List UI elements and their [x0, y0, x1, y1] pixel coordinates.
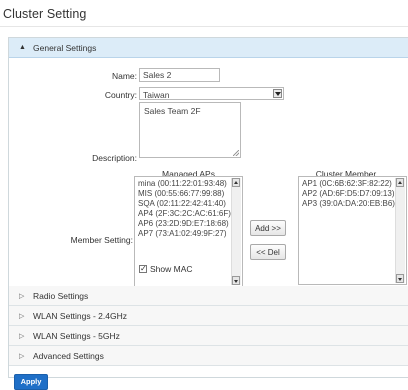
- expand-triangle-icon: ▷: [19, 292, 25, 300]
- cluster-member-scrollbar[interactable]: [395, 178, 405, 283]
- managed-aps-scrollbar[interactable]: [231, 178, 241, 285]
- description-label: Description:: [92, 153, 137, 163]
- country-label: Country:: [104, 90, 137, 100]
- section-label: Advanced Settings: [33, 350, 104, 361]
- section-wlan-5ghz[interactable]: ▷ WLAN Settings - 5GHz: [9, 326, 408, 346]
- section-general-label: General Settings: [33, 42, 97, 53]
- section-label: Radio Settings: [33, 290, 89, 301]
- name-input[interactable]: [139, 68, 220, 82]
- dropdown-arrow-icon[interactable]: [273, 89, 282, 98]
- cluster-member-list[interactable]: AP1 (0C:6B:62:3F:82:22) AP2 (AD:6F:D5:D7…: [298, 176, 407, 285]
- list-item[interactable]: AP1 (0C:6B:62:3F:82:22): [302, 179, 403, 189]
- scroll-up-icon[interactable]: [396, 178, 404, 187]
- country-select[interactable]: Taiwan: [139, 87, 284, 100]
- scroll-down-icon[interactable]: [232, 276, 240, 285]
- section-radio-settings[interactable]: ▷ Radio Settings: [9, 286, 408, 306]
- scroll-down-icon[interactable]: [396, 274, 404, 283]
- description-textarea[interactable]: Sales Team 2F: [139, 102, 241, 158]
- list-item[interactable]: MIS (00:55:66:77:99:88): [138, 189, 239, 199]
- collapse-triangle-icon: ▲: [19, 44, 26, 51]
- del-button[interactable]: << Del: [250, 244, 286, 260]
- section-label: WLAN Settings - 2.4GHz: [33, 310, 128, 321]
- section-label: WLAN Settings - 5GHz: [33, 330, 120, 341]
- list-item[interactable]: AP7 (73:A1:02:49:9F:27): [138, 229, 239, 239]
- title-divider: [0, 26, 408, 27]
- description-text: Sales Team 2F: [144, 106, 201, 116]
- member-setting-label: Member Setting:: [70, 235, 133, 245]
- settings-panel: ▲ General Settings Name: Country: Taiwan…: [8, 37, 408, 378]
- add-button[interactable]: Add >>: [250, 220, 286, 236]
- section-advanced-settings[interactable]: ▷ Advanced Settings: [9, 346, 408, 366]
- show-mac-row[interactable]: ✓ Show MAC: [139, 264, 193, 274]
- section-general-settings[interactable]: ▲ General Settings: [9, 38, 408, 58]
- scroll-up-icon[interactable]: [232, 178, 240, 187]
- list-item[interactable]: AP3 (39:0A:DA:20:EB:B6): [302, 199, 403, 209]
- expand-triangle-icon: ▷: [19, 352, 25, 360]
- expand-triangle-icon: ▷: [19, 312, 25, 320]
- resize-grip-icon[interactable]: [233, 150, 239, 156]
- list-item[interactable]: AP4 (2F:3C:2C:AC:61:6F): [138, 209, 239, 219]
- list-item[interactable]: mina (00:11:22:01:93:48): [138, 179, 239, 189]
- list-item[interactable]: SQA (02:11:22:42:41:40): [138, 199, 239, 209]
- list-item[interactable]: AP6 (23:2D:9D:E7:18:68): [138, 219, 239, 229]
- list-item[interactable]: AP2 (AD:6F:D5:D7:09:13): [302, 189, 403, 199]
- page-title: Cluster Setting: [3, 7, 87, 21]
- expand-triangle-icon: ▷: [19, 332, 25, 340]
- country-selected-value: Taiwan: [143, 90, 170, 100]
- apply-button[interactable]: Apply: [14, 374, 48, 390]
- name-label: Name:: [111, 71, 137, 81]
- show-mac-checkbox[interactable]: ✓: [139, 265, 147, 273]
- section-wlan-24ghz[interactable]: ▷ WLAN Settings - 2.4GHz: [9, 306, 408, 326]
- show-mac-label: Show MAC: [150, 264, 193, 274]
